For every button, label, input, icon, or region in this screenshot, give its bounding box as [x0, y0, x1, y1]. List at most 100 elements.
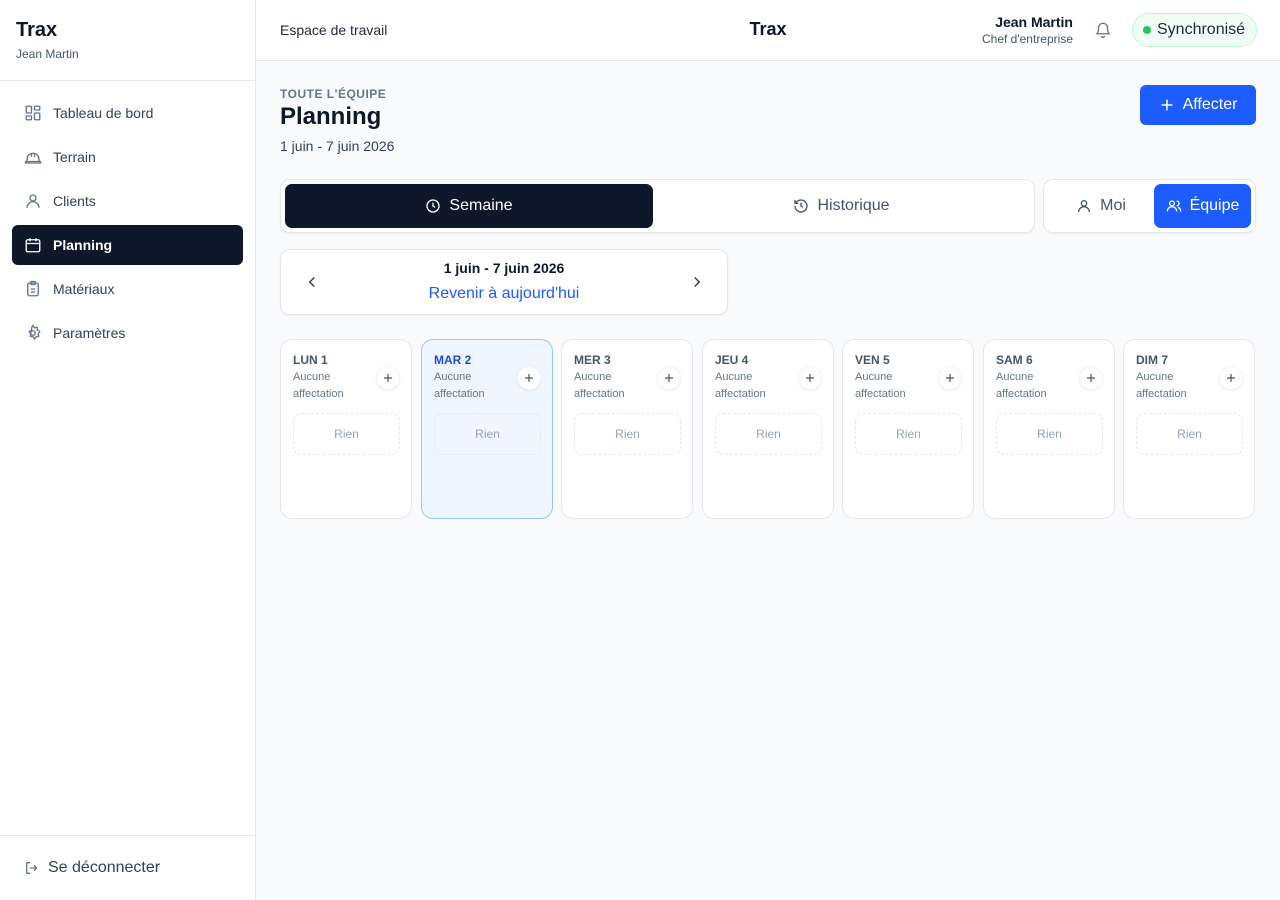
day-card: SAM 6 Aucune affectation Rien: [983, 339, 1115, 519]
day-empty-slot: Rien: [855, 413, 962, 455]
day-label: SAM 6: [996, 353, 1033, 367]
tab-label: Moi: [1100, 197, 1126, 214]
logout-label: Se déconnecter: [48, 859, 161, 876]
plus-icon: [804, 372, 816, 384]
day-empty-slot: Rien: [434, 413, 541, 455]
app-title: Trax: [749, 19, 787, 39]
sidebar-item-label: Clients: [53, 193, 96, 209]
user-info[interactable]: Jean Martin Chef d'entreprise: [982, 14, 1073, 46]
clock-icon: [425, 198, 441, 214]
day-empty-slot: Rien: [996, 413, 1103, 455]
bell-icon[interactable]: [1094, 21, 1112, 39]
back-to-today-link[interactable]: Revenir à aujourd'hui: [428, 285, 580, 303]
sidebar-item-label: Paramètres: [53, 325, 126, 341]
sidebar-item-label: Terrain: [53, 149, 96, 165]
day-label: JEU 4: [715, 353, 749, 367]
view-toggle: Semaine Historique: [280, 179, 1035, 233]
logout-icon: [24, 860, 40, 876]
clipboard-icon: [24, 280, 42, 298]
day-empty-slot: Rien: [574, 413, 681, 455]
plus-icon: [1159, 97, 1175, 113]
assign-button[interactable]: Affecter: [1140, 85, 1256, 125]
day-card: JEU 4 Aucune affectation Rien: [702, 339, 834, 519]
tab-label: Historique: [817, 197, 890, 214]
user-icon: [24, 192, 42, 210]
add-assignment-button[interactable]: [517, 366, 541, 390]
add-assignment-button[interactable]: [1079, 366, 1103, 390]
brand-user: Jean Martin: [16, 47, 79, 61]
dashboard-icon: [24, 104, 42, 122]
day-status: Aucune affectation: [855, 371, 906, 400]
day-empty-slot: Rien: [293, 413, 400, 455]
workspace-label[interactable]: Espace de travail: [280, 22, 387, 38]
sidebar-item-terrain[interactable]: Terrain: [12, 137, 243, 177]
hard-hat-icon: [24, 148, 42, 166]
user-icon: [1076, 198, 1092, 214]
tab-moi[interactable]: Moi: [1048, 184, 1154, 228]
calendar-icon: [24, 236, 42, 254]
day-card: VEN 5 Aucune affectation Rien: [842, 339, 974, 519]
page-eyebrow: TOUTE L'ÉQUIPE: [280, 87, 387, 101]
day-empty-slot: Rien: [1136, 413, 1243, 455]
chevron-right-icon[interactable]: [688, 273, 706, 291]
day-status: Aucune affectation: [715, 371, 766, 400]
week-range: 1 juin - 7 juin 2026: [443, 260, 565, 276]
plus-icon: [663, 372, 675, 384]
topbar: Espace de travail Trax Jean Martin Chef …: [256, 0, 1280, 61]
sidebar-nav: Tableau de bord Terrain Clients Planning…: [0, 81, 255, 369]
day-label: LUN 1: [293, 353, 328, 367]
add-assignment-button[interactable]: [798, 366, 822, 390]
plus-icon: [382, 372, 394, 384]
tab-label: Semaine: [449, 197, 513, 214]
user-role: Chef d'entreprise: [981, 32, 1073, 46]
page-title: Planning: [280, 103, 382, 130]
day-card: MER 3 Aucune affectation Rien: [561, 339, 693, 519]
gear-icon: [24, 324, 42, 342]
day-card: DIM 7 Aucune affectation Rien: [1123, 339, 1255, 519]
day-label: VEN 5: [855, 353, 890, 367]
day-status: Aucune affectation: [996, 371, 1047, 400]
logout-button[interactable]: Se déconnecter: [0, 835, 255, 900]
sidebar-item-parametres[interactable]: Paramètres: [12, 313, 243, 353]
day-card: LUN 1 Aucune affectation Rien: [280, 339, 412, 519]
add-assignment-button[interactable]: [657, 366, 681, 390]
day-empty-slot: Rien: [715, 413, 822, 455]
main-content: TOUTE L'ÉQUIPE Planning 1 juin - 7 juin …: [256, 61, 1280, 900]
sidebar-item-dashboard[interactable]: Tableau de bord: [12, 93, 243, 133]
sync-status-badge: Synchronisé: [1132, 13, 1257, 47]
sidebar-item-label: Tableau de bord: [53, 105, 154, 121]
week-navigator: 1 juin - 7 juin 2026 Revenir à aujourd'h…: [280, 249, 728, 315]
plus-icon: [523, 372, 535, 384]
add-assignment-button[interactable]: [376, 366, 400, 390]
user-name: Jean Martin: [995, 14, 1073, 30]
day-label: DIM 7: [1136, 353, 1169, 367]
day-card-today: MAR 2 Aucune affectation Rien: [421, 339, 553, 519]
users-icon: [1166, 198, 1182, 214]
day-status: Aucune affectation: [574, 371, 625, 400]
sidebar: Trax Jean Martin Tableau de bord Terrain…: [0, 0, 256, 900]
tab-label: Équipe: [1189, 197, 1240, 214]
plus-icon: [944, 372, 956, 384]
sidebar-item-materiaux[interactable]: Matériaux: [12, 269, 243, 309]
sidebar-item-clients[interactable]: Clients: [12, 181, 243, 221]
add-assignment-button[interactable]: [938, 366, 962, 390]
sync-dot-icon: [1143, 26, 1151, 34]
brand: Trax Jean Martin: [0, 0, 255, 81]
day-label: MER 3: [574, 353, 611, 367]
assign-button-label: Affecter: [1182, 96, 1238, 113]
day-status: Aucune affectation: [434, 371, 485, 400]
tab-semaine[interactable]: Semaine: [285, 184, 653, 228]
sidebar-item-planning[interactable]: Planning: [12, 225, 243, 265]
sync-status-label: Synchronisé: [1157, 21, 1246, 38]
sidebar-item-label: Matériaux: [53, 281, 115, 297]
tab-equipe[interactable]: Équipe: [1154, 184, 1251, 228]
page-date-range: 1 juin - 7 juin 2026: [280, 138, 395, 154]
brand-title: Trax: [16, 19, 58, 41]
add-assignment-button[interactable]: [1219, 366, 1243, 390]
sidebar-item-label: Planning: [53, 237, 113, 253]
history-icon: [793, 198, 809, 214]
week-days: LUN 1 Aucune affectation Rien MAR 2 Aucu…: [280, 339, 1256, 519]
scope-toggle: Moi Équipe: [1043, 179, 1256, 233]
tab-historique[interactable]: Historique: [653, 184, 1030, 228]
day-status: Aucune affectation: [293, 371, 344, 400]
